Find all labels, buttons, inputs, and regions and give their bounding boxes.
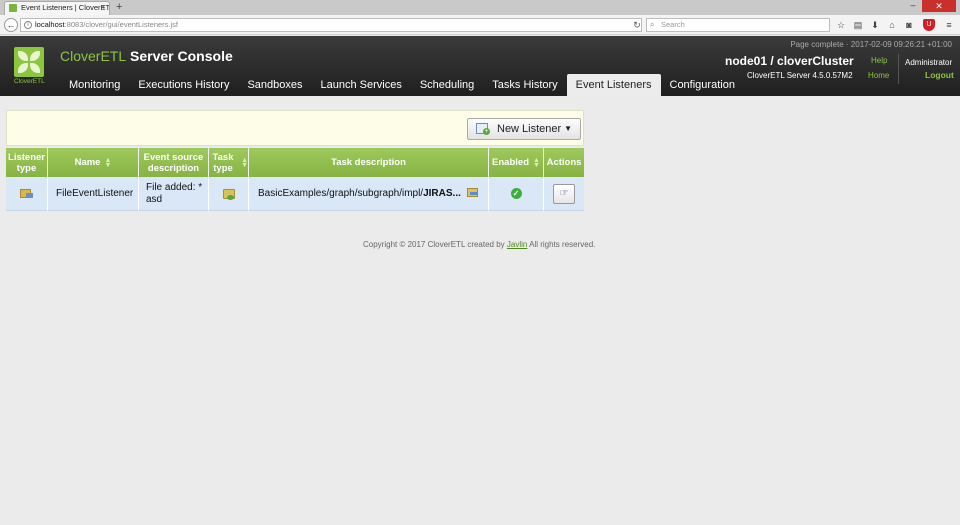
- app-title: CloverETL Server Console: [60, 48, 233, 64]
- copyright-prefix: Copyright © 2017 CloverETL created by: [363, 240, 507, 249]
- name-cell[interactable]: FileEventListener: [48, 177, 139, 211]
- download-icon[interactable]: ⬇: [869, 19, 881, 31]
- browser-tabstrip: Event Listeners | CloverETL ... × + – ✕: [0, 0, 960, 15]
- col-header-event-source[interactable]: Event source description: [139, 148, 209, 177]
- nav-sandboxes[interactable]: Sandboxes: [238, 74, 311, 96]
- sort-icon[interactable]: ▲ ▼: [533, 157, 540, 169]
- app-title-brand: CloverETL: [60, 48, 127, 64]
- col-header-listener-type[interactable]: Listener type: [6, 148, 48, 177]
- back-arrow-icon[interactable]: ←: [4, 18, 18, 32]
- col-header-enabled[interactable]: Enabled ▲ ▼: [489, 148, 544, 177]
- sort-icon[interactable]: ▲ ▼: [241, 157, 248, 169]
- nav-tasks-history[interactable]: Tasks History: [483, 74, 566, 96]
- execute-graph-icon: [223, 188, 235, 200]
- enabled-check-icon[interactable]: ✓: [510, 188, 522, 199]
- javlin-link[interactable]: Javlin: [507, 240, 527, 249]
- info-icon[interactable]: i: [24, 21, 32, 29]
- search-input[interactable]: ⌕ Search: [646, 18, 830, 32]
- actions-menu-button[interactable]: ☞: [553, 183, 575, 204]
- page-complete-status: Page complete · 2017-02-09 09:26:21 +01:…: [790, 40, 952, 49]
- reader-icon[interactable]: ▤: [852, 19, 864, 31]
- logo-caption: CloverETL: [14, 78, 45, 85]
- shield-icon[interactable]: U: [923, 19, 935, 31]
- home-link[interactable]: Home: [868, 71, 889, 80]
- window-minimize-button[interactable]: –: [905, 0, 921, 12]
- search-placeholder: Search: [661, 20, 685, 29]
- window-close-button[interactable]: ✕: [922, 0, 956, 12]
- nav-configuration[interactable]: Configuration: [661, 74, 744, 96]
- logout-link[interactable]: Logout: [925, 70, 954, 80]
- file-listener-icon: [20, 189, 33, 198]
- new-listener-button[interactable]: New Listener ▼: [467, 118, 581, 140]
- table-header-row: Listener type Name ▲ ▼ Event source descri…: [6, 148, 584, 177]
- copyright: Copyright © 2017 CloverETL created by Ja…: [363, 240, 595, 249]
- listener-name: FileEventListener: [56, 188, 134, 199]
- app-title-rest: Server Console: [126, 48, 233, 64]
- favicon-icon: [9, 4, 17, 12]
- new-tab-button[interactable]: +: [116, 0, 122, 14]
- task-description-path: BasicExamples/graph/subgraph/impl/: [258, 188, 424, 199]
- node-title: node01 / cloverCluster: [725, 54, 854, 68]
- nav-launch-services[interactable]: Launch Services: [312, 74, 411, 96]
- home-icon[interactable]: ⌂: [886, 19, 898, 31]
- browser-tab[interactable]: Event Listeners | CloverETL ... ×: [4, 1, 110, 15]
- enabled-cell: ✓: [489, 177, 544, 211]
- copyright-suffix: All rights reserved.: [527, 240, 596, 249]
- server-version: CloverETL Server 4.5.0.57M2: [747, 71, 853, 80]
- sort-icon[interactable]: ▲ ▼: [104, 157, 111, 169]
- new-listener-label: New Listener: [497, 123, 562, 135]
- help-link[interactable]: Help: [871, 56, 887, 65]
- task-description-cell: BasicExamples/graph/subgraph/impl/JIRAS.…: [249, 177, 489, 211]
- browser-tab-title: Event Listeners | CloverETL ...: [21, 3, 110, 12]
- task-description-file: JIRAS...: [423, 188, 461, 199]
- main-nav: Monitoring Executions History Sandboxes …: [60, 74, 744, 96]
- tab-close-icon[interactable]: ×: [100, 2, 105, 14]
- open-folder-icon[interactable]: [467, 188, 478, 197]
- clover-logo-icon[interactable]: [14, 47, 44, 77]
- reload-icon[interactable]: ↻: [630, 18, 644, 32]
- listener-type-cell: [6, 177, 48, 211]
- header-divider: [898, 54, 899, 84]
- col-header-actions: Actions: [544, 148, 584, 177]
- nav-monitoring[interactable]: Monitoring: [60, 74, 129, 96]
- event-source-cell: File added: * asd: [139, 177, 209, 211]
- browser-navbar: ← i localhost:8083/clover/gui/eventListe…: [0, 15, 960, 35]
- nav-executions-history[interactable]: Executions History: [129, 74, 238, 96]
- task-type-cell: [209, 177, 249, 211]
- actions-cell: ☞: [544, 177, 584, 211]
- user-name: Administrator: [905, 58, 953, 67]
- col-header-task-type[interactable]: Task type ▲ ▼: [209, 148, 249, 177]
- nav-event-listeners[interactable]: Event Listeners: [566, 74, 661, 96]
- url-path: :8083/clover/gui/eventListeners.jsf: [64, 20, 179, 29]
- menu-icon[interactable]: ≡: [943, 19, 955, 31]
- new-listener-icon: [476, 123, 490, 135]
- table-row[interactable]: FileEventListener File added: * asd Basi…: [6, 177, 584, 211]
- address-bar[interactable]: i localhost:8083/clover/gui/eventListene…: [20, 18, 642, 32]
- app-header: CloverETL CloverETL Server Console Monit…: [0, 36, 960, 96]
- search-icon: ⌕: [650, 20, 655, 29]
- url-host: localhost: [35, 20, 65, 29]
- nav-scheduling[interactable]: Scheduling: [411, 74, 483, 96]
- col-header-task-description[interactable]: Task description: [249, 148, 489, 177]
- star-icon[interactable]: ☆: [835, 19, 847, 31]
- toolbar-panel: New Listener ▼: [6, 110, 584, 146]
- col-header-name[interactable]: Name ▲ ▼: [48, 148, 139, 177]
- event-source-description: File added: * asd: [146, 181, 203, 205]
- dropdown-arrow-icon: ▼: [564, 124, 572, 133]
- pocket-icon[interactable]: ◙: [903, 19, 915, 31]
